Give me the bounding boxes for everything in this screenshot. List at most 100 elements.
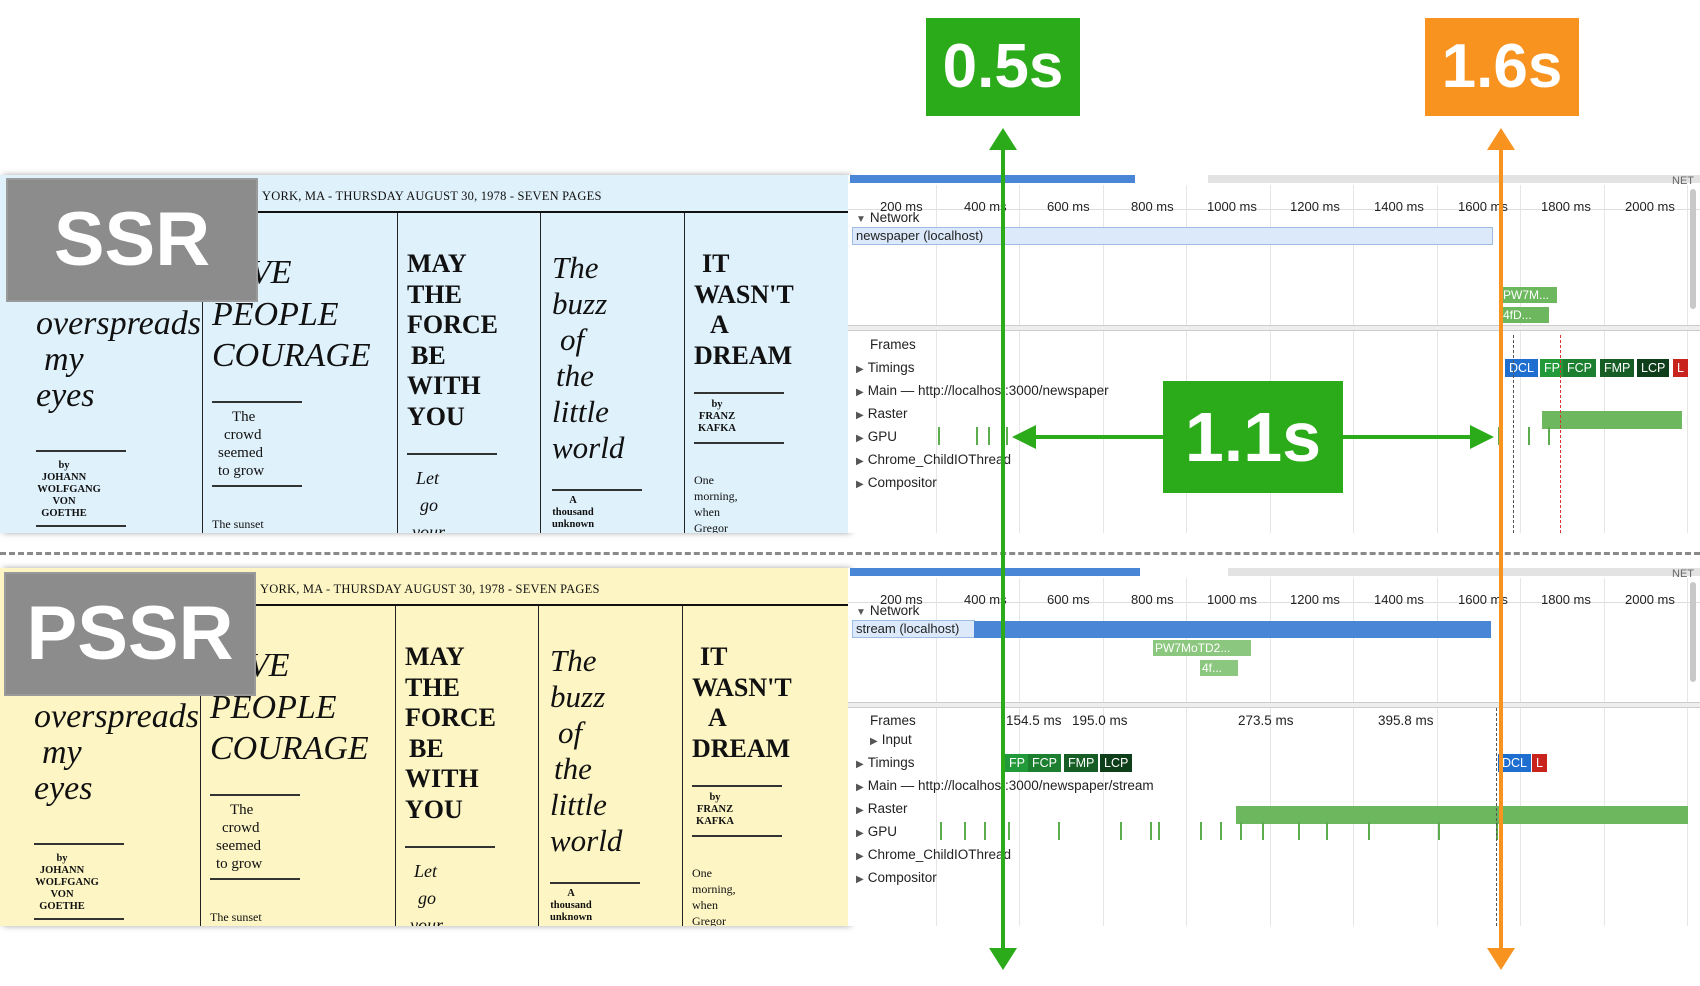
headline-line: buzz [552,286,608,321]
dcl-line [1513,335,1514,533]
headline-line: THE [407,279,462,309]
caret-down-icon: ▼ [856,214,866,225]
gpu-track-toggle[interactable]: ▶ GPU [856,429,897,444]
headline-line: of [560,322,585,357]
marker-dcl[interactable]: DCL [1505,359,1539,377]
gpu-task [984,822,986,840]
frame-time[interactable]: 154.5 ms [1006,713,1062,728]
scrollbar[interactable] [1690,189,1696,309]
orange-time-line [1499,140,1503,950]
byline-by: by [56,853,68,864]
marker-fcp[interactable]: FCP [1563,359,1596,377]
gpu-track-toggle[interactable]: ▶ GPU [856,824,897,839]
frames-track-label[interactable]: Frames [870,713,916,728]
marker-load[interactable]: L [1532,754,1547,772]
headline-line: BE [409,733,444,763]
main-track-toggle[interactable]: ▶ Main — http://localhost:3000/newspaper [856,383,1109,398]
caret-right-icon: ▶ [856,410,864,421]
pssr-performance-timeline: NET 200 ms 400 ms 600 ms 800 ms 1000 ms … [848,568,1700,926]
byline-author: WOLFGANG [35,877,99,888]
tick-label: 800 ms [1131,592,1174,607]
compositor-track-toggle[interactable]: ▶ Compositor [856,475,937,490]
network-track-toggle[interactable]: ▼ Network [856,603,919,618]
callout-1-6s: 1.6s [1425,18,1579,116]
raster-track-toggle[interactable]: ▶ Raster [856,406,907,421]
network-track-toggle[interactable]: ▼ Network [856,210,919,225]
raster-track-toggle[interactable]: ▶ Raster [856,801,907,816]
track-label: Input [881,732,912,747]
input-track-toggle[interactable]: ▶ Input [870,732,912,747]
track-label: Main — http://localhost:3000/newspaper [867,383,1109,398]
gpu-task [1120,822,1122,840]
gpu-task [1158,822,1160,840]
childio-track-toggle[interactable]: ▶ Chrome_ChildIOThread [856,847,1011,862]
gpu-task [1006,427,1008,445]
raster-task-bar [1542,411,1682,429]
timings-track-toggle[interactable]: ▶ Timings [856,360,914,375]
track-label: Chrome_ChildIOThread [867,452,1012,467]
panel-resizer[interactable] [848,702,1700,708]
marker-load[interactable]: L [1673,359,1688,377]
track-label: GPU [867,824,897,839]
byline-by: by [711,399,723,410]
network-request-bar[interactable]: stream (localhost) [852,620,975,638]
grid-line [1687,578,1688,926]
tick-label: 2000 ms [1625,199,1675,214]
track-label: Network [869,210,920,225]
frames-track-label[interactable]: Frames [870,337,916,352]
tick-label: 600 ms [1047,592,1090,607]
gpu-task [988,427,990,445]
tick-label: 2000 ms [1625,592,1675,607]
story-text: your [410,915,443,926]
byline-author: VON [50,889,74,900]
marker-lcp[interactable]: LCP [1100,754,1133,772]
marker-fp[interactable]: FP [1005,754,1029,772]
divider [692,785,782,787]
blurb: seemed [216,838,261,854]
gpu-task [1262,822,1264,840]
gpu-task [1326,822,1328,840]
headline-line: FORCE [405,703,496,732]
raster-task-bar [1236,806,1688,824]
marker-fcp[interactable]: FCP [1028,754,1061,772]
network-request-bar[interactable]: PW7M... [1501,287,1557,303]
blurb: crowd [222,820,260,836]
headline-line: VE [250,254,292,291]
track-label: Main — http://localhost:3000/newspaper/s… [867,778,1154,793]
header-rule [255,211,848,213]
caret-right-icon: ▶ [856,782,864,793]
caret-right-icon: ▶ [856,851,864,862]
marker-fmp[interactable]: FMP [1064,754,1099,772]
gpu-task [1528,427,1530,445]
frame-time[interactable]: 273.5 ms [1238,713,1294,728]
scrollbar[interactable] [1690,582,1696,682]
tick-label: 1800 ms [1541,592,1591,607]
headline-line: world [552,430,625,465]
compositor-track-toggle[interactable]: ▶ Compositor [856,870,937,885]
headline-line: MAY [407,249,467,278]
blurb: The [232,409,256,425]
network-request-bar[interactable]: newspaper (localhost) [852,227,1493,245]
frame-time[interactable]: 395.8 ms [1378,713,1434,728]
network-request-bar[interactable]: 4f... [1200,660,1238,676]
dateline: YORK, MA - THURSDAY AUGUST 30, 1978 - SE… [262,189,602,203]
tick-label: 1400 ms [1374,199,1424,214]
timings-track-toggle[interactable]: ▶ Timings [856,755,914,770]
tick-label: 1200 ms [1290,199,1340,214]
headline-line: The [550,643,597,678]
network-request-bar[interactable]: PW7MoTD2... [1153,640,1251,656]
story-text: A [569,495,577,506]
gpu-task [1200,822,1202,840]
marker-fmp[interactable]: FMP [1600,359,1635,377]
childio-track-toggle[interactable]: ▶ Chrome_ChildIOThread [856,452,1011,467]
caret-right-icon: ▶ [856,387,864,398]
divider [407,453,497,455]
headline-line: buzz [550,679,606,714]
byline-author: FRANZ [698,411,736,422]
divider [550,882,640,884]
panel-resizer[interactable] [848,325,1700,331]
marker-lcp[interactable]: LCP [1637,359,1670,377]
network-request-bar[interactable]: 4fD... [1501,307,1549,323]
gpu-task [1438,822,1440,840]
frame-time[interactable]: 195.0 ms [1072,713,1128,728]
